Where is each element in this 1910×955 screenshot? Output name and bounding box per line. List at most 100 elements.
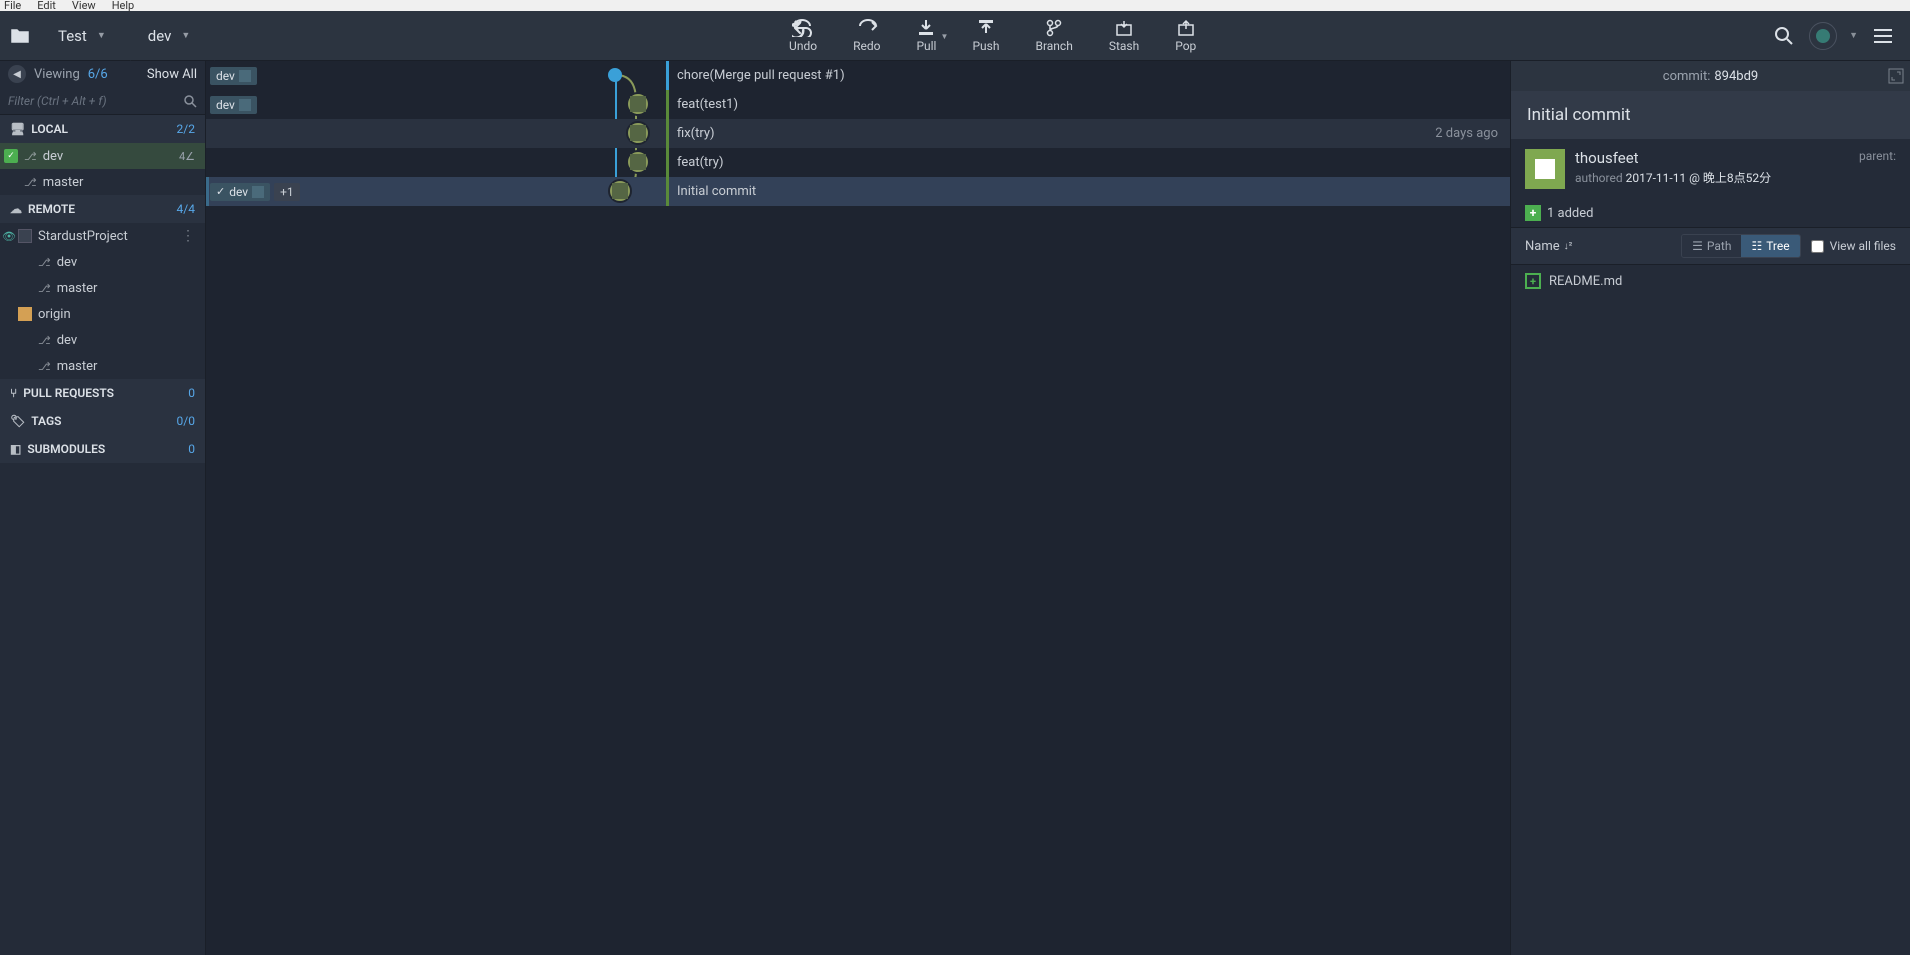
tags-section[interactable]: 🏷 TAGS 0/0 [0,407,205,435]
local-section[interactable]: 🖥 LOCAL 2/2 [0,115,205,143]
local-title: LOCAL [31,122,68,136]
eye-icon[interactable]: 👁 [2,230,16,243]
remote-label: origin [38,307,71,322]
branch-label: master [57,359,98,374]
redo-button[interactable]: Redo [843,15,890,57]
remote-title: REMOTE [28,202,75,216]
commit-node[interactable] [626,121,650,145]
remote-avatar-icon [18,307,32,321]
sidebar-branch-master[interactable]: ⎇ master [0,169,205,195]
chevron-down-icon[interactable]: ▼ [941,32,949,41]
sidebar-remote-stardust[interactable]: 👁 StardustProject ⋮ [0,223,205,249]
branch-label: dev [57,255,77,270]
list-icon: ☰ [1692,239,1703,253]
push-icon [977,19,995,37]
settings-button[interactable] [1809,22,1837,50]
undo-button[interactable]: Undo [779,15,827,57]
menubar: File Edit View Help [0,0,1910,11]
branch-label: master [43,175,84,190]
tags-title: TAGS [31,414,61,428]
tree-view-button[interactable]: ☷Tree [1741,235,1799,257]
chevron-down-icon: ▼ [97,30,106,41]
undo-icon [792,19,814,37]
repo-folder-button[interactable] [0,11,40,61]
chevron-down-icon: ▼ [181,30,190,41]
stash-button[interactable]: Stash [1099,15,1149,57]
sidebar-remote-branch[interactable]: ⎇dev [0,327,205,353]
breadcrumb-branch[interactable]: dev ▼ [130,11,215,61]
commit-hash[interactable]: 894bd9 [1714,69,1758,84]
branch-icon: ⎇ [38,256,51,269]
commit-node[interactable] [626,150,650,174]
check-icon: ✓ [4,149,18,163]
pull-icon [917,19,935,37]
tag-icon: 🏷 [10,414,25,428]
branch-button[interactable]: Branch [1025,15,1082,57]
branch-tag[interactable]: dev [210,67,257,85]
remote-section[interactable]: ☁ REMOTE 4/4 [0,195,205,223]
file-added-icon: + [1525,273,1541,289]
pop-button[interactable]: Pop [1165,15,1206,57]
sidebar-remote-branch[interactable]: ⎇ dev [0,249,205,275]
branch-icon: ⎇ [38,334,51,347]
commit-node[interactable] [626,92,650,116]
commit-time: 2 days ago [1435,126,1498,141]
submodules-section[interactable]: ◧ SUBMODULES 0 [0,435,205,463]
menu-button[interactable] [1870,23,1896,49]
submodules-title: SUBMODULES [27,442,105,456]
commit-graph: devchore(Merge pull request #1)devfeat(t… [206,61,1510,955]
commit-node[interactable] [608,179,632,203]
view-all-files-checkbox[interactable]: View all files [1811,239,1896,253]
author-name: thousfeet [1575,149,1771,167]
cloud-icon: ☁ [10,202,22,216]
commit-row[interactable]: devfeat(test1) [206,90,1510,119]
author-avatar [1525,149,1565,189]
branch-icon: ⎇ [24,150,37,163]
branch-label: dev [43,149,63,164]
pr-count: 0 [188,386,195,400]
commit-node[interactable] [608,68,622,82]
pop-label: Pop [1175,39,1196,53]
commit-label: commit: [1663,69,1711,84]
commit-row[interactable]: dev+1Initial commit [206,177,1510,206]
chevron-down-icon[interactable]: ▼ [1849,30,1858,41]
show-all-button[interactable]: Show All [147,67,197,82]
folder-icon [10,28,30,44]
redo-icon [856,19,878,37]
commit-row[interactable]: feat(try) [206,148,1510,177]
search-icon[interactable] [183,94,197,108]
pull-request-icon: ⑂ [10,386,17,400]
branch-icon [1045,19,1063,37]
tags-count: 0/0 [177,414,195,428]
breadcrumb-repo[interactable]: Test ▼ [40,11,130,61]
kraken-icon [1814,27,1832,45]
undo-label: Undo [789,39,817,53]
more-icon[interactable]: ⋮ [181,228,195,244]
back-button[interactable]: ◀ [8,65,26,83]
push-button[interactable]: Push [962,15,1009,57]
commit-detail: commit: 894bd9 Initial commit thousfeet … [1510,61,1910,955]
pull-requests-section[interactable]: ⑂ PULL REQUESTS 0 [0,379,205,407]
path-view-button[interactable]: ☰Path [1682,235,1741,257]
commit-row[interactable]: devchore(Merge pull request #1) [206,61,1510,90]
branch-tag[interactable]: dev [210,96,257,114]
sidebar-remote-branch[interactable]: ⎇master [0,353,205,379]
viewing-count: 6/6 [88,67,108,82]
author-date: authored 2017-11-11 @ 晚上8点52分 [1575,169,1771,186]
sidebar-remote-branch[interactable]: ⎇master [0,275,205,301]
expand-icon[interactable] [1888,68,1904,84]
sidebar-branch-dev[interactable]: ✓ ⎇ dev 4∠ [0,143,205,169]
search-button[interactable] [1771,23,1797,49]
name-sort-button[interactable]: Name ↓² [1525,239,1572,254]
more-refs-badge[interactable]: +1 [274,183,300,201]
file-row[interactable]: + README.md [1511,265,1910,297]
breadcrumb-branch-label: dev [148,27,172,45]
pull-button[interactable]: Pull ▼ [906,15,946,57]
commit-message: fix(try) [666,119,1290,148]
commit-row[interactable]: fix(try) 2 days ago [206,119,1510,148]
sidebar: ◀ Viewing 6/6 Show All 🖥 LOCAL 2/2 ✓ ⎇ d… [0,61,206,955]
view-all-checkbox-input[interactable] [1811,240,1824,253]
branch-tag[interactable]: dev [210,183,270,201]
filter-input[interactable] [8,94,183,108]
sidebar-remote-origin[interactable]: origin [0,301,205,327]
